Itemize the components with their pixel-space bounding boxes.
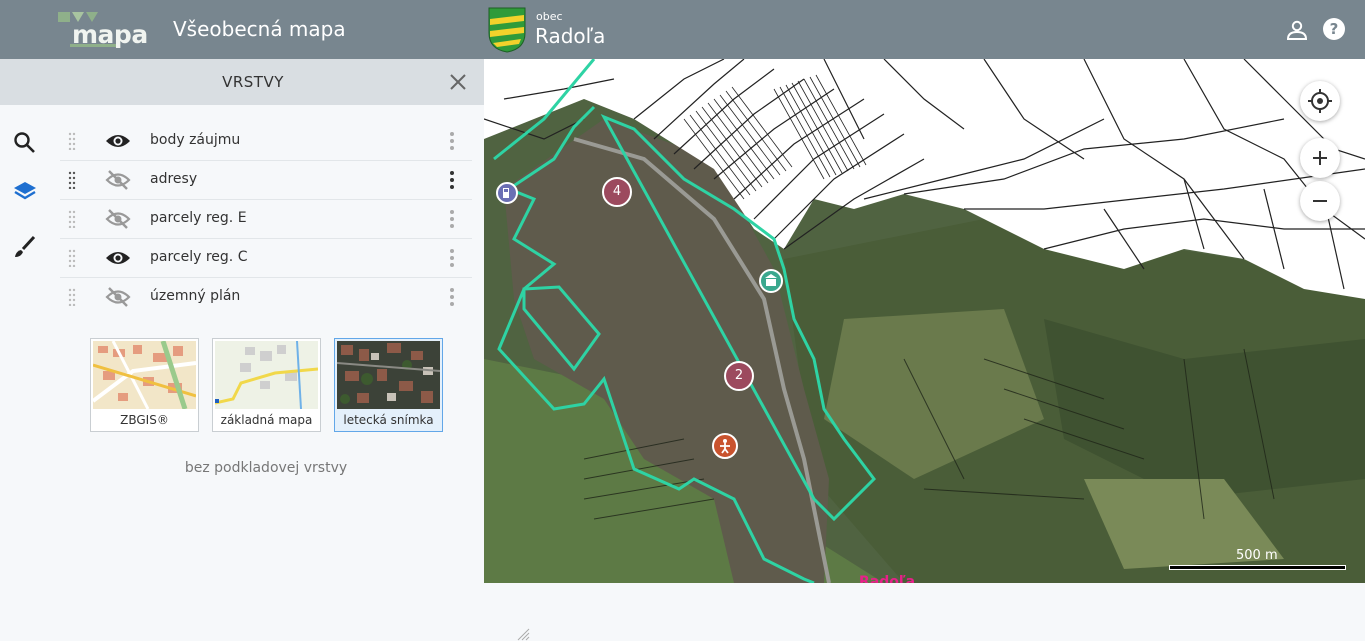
marker-cluster[interactable]: 4 <box>602 177 632 207</box>
panel-title: VRSTVY <box>222 73 284 91</box>
basemap-label: ZBGIS® <box>120 413 169 427</box>
marker-cluster[interactable]: 2 <box>724 361 754 391</box>
drag-handle-icon[interactable] <box>68 288 76 306</box>
layers-panel: VRSTVY body záujmu adresy parcely reg. E… <box>48 59 530 641</box>
logo-text: mapa <box>72 20 148 49</box>
basemap-letecka-snimka[interactable]: letecká snímka <box>334 338 443 432</box>
drag-handle-icon[interactable] <box>68 171 76 189</box>
zoom-in-icon <box>1313 151 1327 165</box>
zoom-out-icon <box>1313 200 1327 202</box>
more-menu-icon[interactable] <box>449 248 455 268</box>
svg-text:?: ? <box>1330 20 1339 38</box>
layer-label: adresy <box>150 171 198 187</box>
basemap-thumbnail <box>337 341 440 409</box>
close-icon[interactable] <box>447 71 469 93</box>
layer-label: body záujmu <box>150 132 241 148</box>
more-menu-icon[interactable] <box>449 170 455 190</box>
scale-bar <box>1169 565 1346 570</box>
no-basemap-option[interactable]: bez podkladovej vrstvy <box>48 460 484 476</box>
basemap-label: letecká snímka <box>343 413 434 427</box>
eye-off-icon[interactable] <box>105 208 131 230</box>
drag-handle-icon[interactable] <box>68 249 76 267</box>
layer-row[interactable]: parcely reg. C <box>60 239 472 278</box>
map-canvas[interactable] <box>484 59 1365 583</box>
eye-icon[interactable] <box>105 130 131 152</box>
scale-label: 500 m <box>1236 548 1278 563</box>
locate-icon <box>1308 89 1332 113</box>
playground-icon[interactable] <box>712 433 738 459</box>
drag-handle-icon[interactable] <box>68 132 76 150</box>
zoom-out-button[interactable] <box>1300 181 1340 221</box>
locate-button[interactable] <box>1300 81 1340 121</box>
layer-row[interactable]: parcely reg. E <box>60 200 472 239</box>
panel-header: VRSTVY <box>48 59 484 105</box>
layer-label: parcely reg. C <box>150 249 248 265</box>
eye-off-icon[interactable] <box>105 169 131 191</box>
basemap-selector: ZBGIS® základná mapa letecká snímka <box>90 338 450 432</box>
app-header: mapa Všeobecná mapa obec Radoľa ? <box>0 0 1365 59</box>
zoom-in-button[interactable] <box>1300 138 1340 178</box>
resize-handle-icon[interactable] <box>516 627 530 641</box>
layers-icon[interactable] <box>12 179 38 205</box>
place-label: Radoľa <box>859 574 916 583</box>
basemap-label: základná mapa <box>220 413 313 427</box>
drag-handle-icon[interactable] <box>68 210 76 228</box>
more-menu-icon[interactable] <box>449 131 455 151</box>
side-nav <box>0 59 48 583</box>
eye-icon[interactable] <box>105 247 131 269</box>
eye-off-icon[interactable] <box>105 286 131 308</box>
brush-icon[interactable] <box>12 234 38 260</box>
search-icon[interactable] <box>12 130 38 156</box>
basemap-zakladna-mapa[interactable]: základná mapa <box>212 338 321 432</box>
user-icon[interactable] <box>1285 18 1309 42</box>
basemap-zbgis[interactable]: ZBGIS® <box>90 338 199 432</box>
municipality-type: obec <box>536 10 563 23</box>
app-title: Všeobecná mapa <box>173 17 346 41</box>
municipality-name: Radoľa <box>535 24 606 48</box>
layer-row[interactable]: územný plán <box>60 278 472 316</box>
fuel-icon[interactable] <box>496 182 518 204</box>
coat-of-arms-icon <box>488 7 526 53</box>
more-menu-icon[interactable] <box>449 287 455 307</box>
side-nav-top <box>0 59 48 105</box>
layer-label: územný plán <box>150 288 241 304</box>
building-icon[interactable] <box>759 269 783 293</box>
layer-row[interactable]: body záujmu <box>60 122 472 161</box>
basemap-thumbnail <box>215 341 318 409</box>
layer-label: parcely reg. E <box>150 210 247 226</box>
basemap-thumbnail <box>93 341 196 409</box>
layer-list: body záujmu adresy parcely reg. E parcel… <box>60 122 472 316</box>
help-icon[interactable]: ? <box>1322 17 1346 41</box>
more-menu-icon[interactable] <box>449 209 455 229</box>
map-view[interactable]: 4 2 500 m Radoľa <box>484 59 1365 583</box>
layer-row[interactable]: adresy <box>60 161 472 200</box>
